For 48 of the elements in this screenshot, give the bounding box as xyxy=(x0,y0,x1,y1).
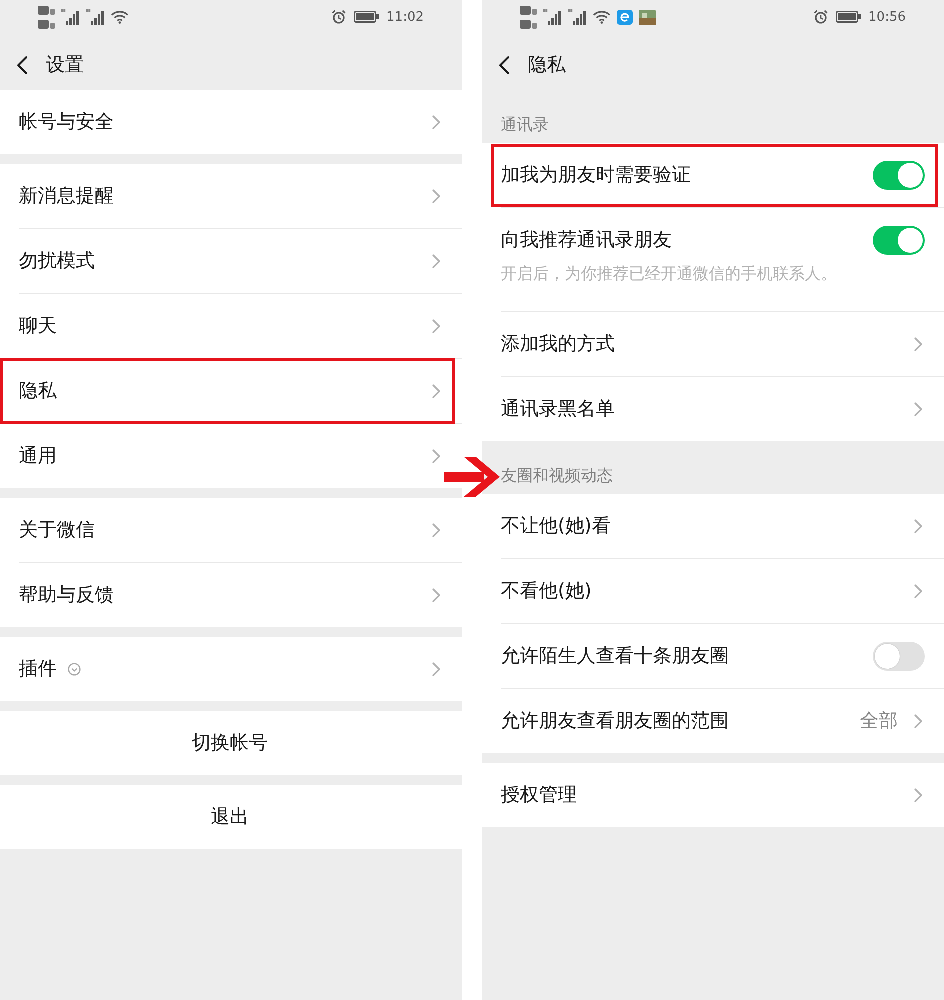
chevron-right-icon xyxy=(914,584,923,598)
network-badge-icon xyxy=(38,6,55,14)
network-badge-icon xyxy=(38,20,55,28)
signal-icon xyxy=(61,9,80,25)
chevron-right-icon xyxy=(914,336,923,352)
back-icon[interactable] xyxy=(17,56,28,74)
toggle-switch[interactable] xyxy=(873,226,925,254)
status-time: 11:02 xyxy=(386,10,424,24)
battery-icon xyxy=(354,11,379,23)
chevron-right-icon xyxy=(432,114,441,130)
page-title: 设置 xyxy=(46,53,84,78)
current-value: 全部 xyxy=(860,709,898,734)
alarm-icon xyxy=(332,10,346,24)
back-icon[interactable] xyxy=(499,56,510,74)
chevron-right-icon xyxy=(432,188,441,204)
signal-icon xyxy=(86,9,105,25)
chevron-right-icon xyxy=(432,384,441,398)
chevron-right-icon xyxy=(432,448,441,464)
toggle-switch[interactable] xyxy=(873,642,925,670)
chevron-right-icon xyxy=(914,714,923,728)
battery-icon xyxy=(836,11,861,23)
setting-description: 开启后，为你推荐已经开通微信的手机联系人。 xyxy=(501,263,838,285)
chevron-right-icon xyxy=(914,788,923,802)
wifi-icon xyxy=(111,10,129,24)
ring-icon xyxy=(68,662,81,676)
chevron-right-icon xyxy=(432,254,441,268)
picture-icon xyxy=(639,10,656,24)
setting-label: 向我推荐通讯录朋友 xyxy=(501,228,672,253)
app-icon xyxy=(617,10,633,24)
signal-icon xyxy=(543,9,562,25)
section-title: 友圈和视频动态 xyxy=(501,466,613,485)
network-badge-icon xyxy=(520,6,537,14)
chevron-right-icon xyxy=(914,402,923,416)
chevron-right-icon xyxy=(914,518,923,534)
network-badge-icon xyxy=(520,20,537,28)
setting-label: 允许陌生人查看十条朋友圈 xyxy=(501,644,729,669)
chevron-right-icon xyxy=(432,588,441,602)
toggle-switch[interactable] xyxy=(873,160,925,190)
chevron-right-icon xyxy=(432,522,441,538)
chevron-right-icon xyxy=(432,318,441,334)
alarm-icon xyxy=(814,10,828,24)
status-time: 10:56 xyxy=(868,10,906,24)
chevron-right-icon xyxy=(432,662,441,676)
setting-label: 加我为朋友时需要验证 xyxy=(501,163,691,188)
page-title: 隐私 xyxy=(528,53,566,78)
section-title: 通讯录 xyxy=(501,115,549,134)
wifi-icon xyxy=(593,10,611,24)
signal-icon xyxy=(568,9,587,25)
